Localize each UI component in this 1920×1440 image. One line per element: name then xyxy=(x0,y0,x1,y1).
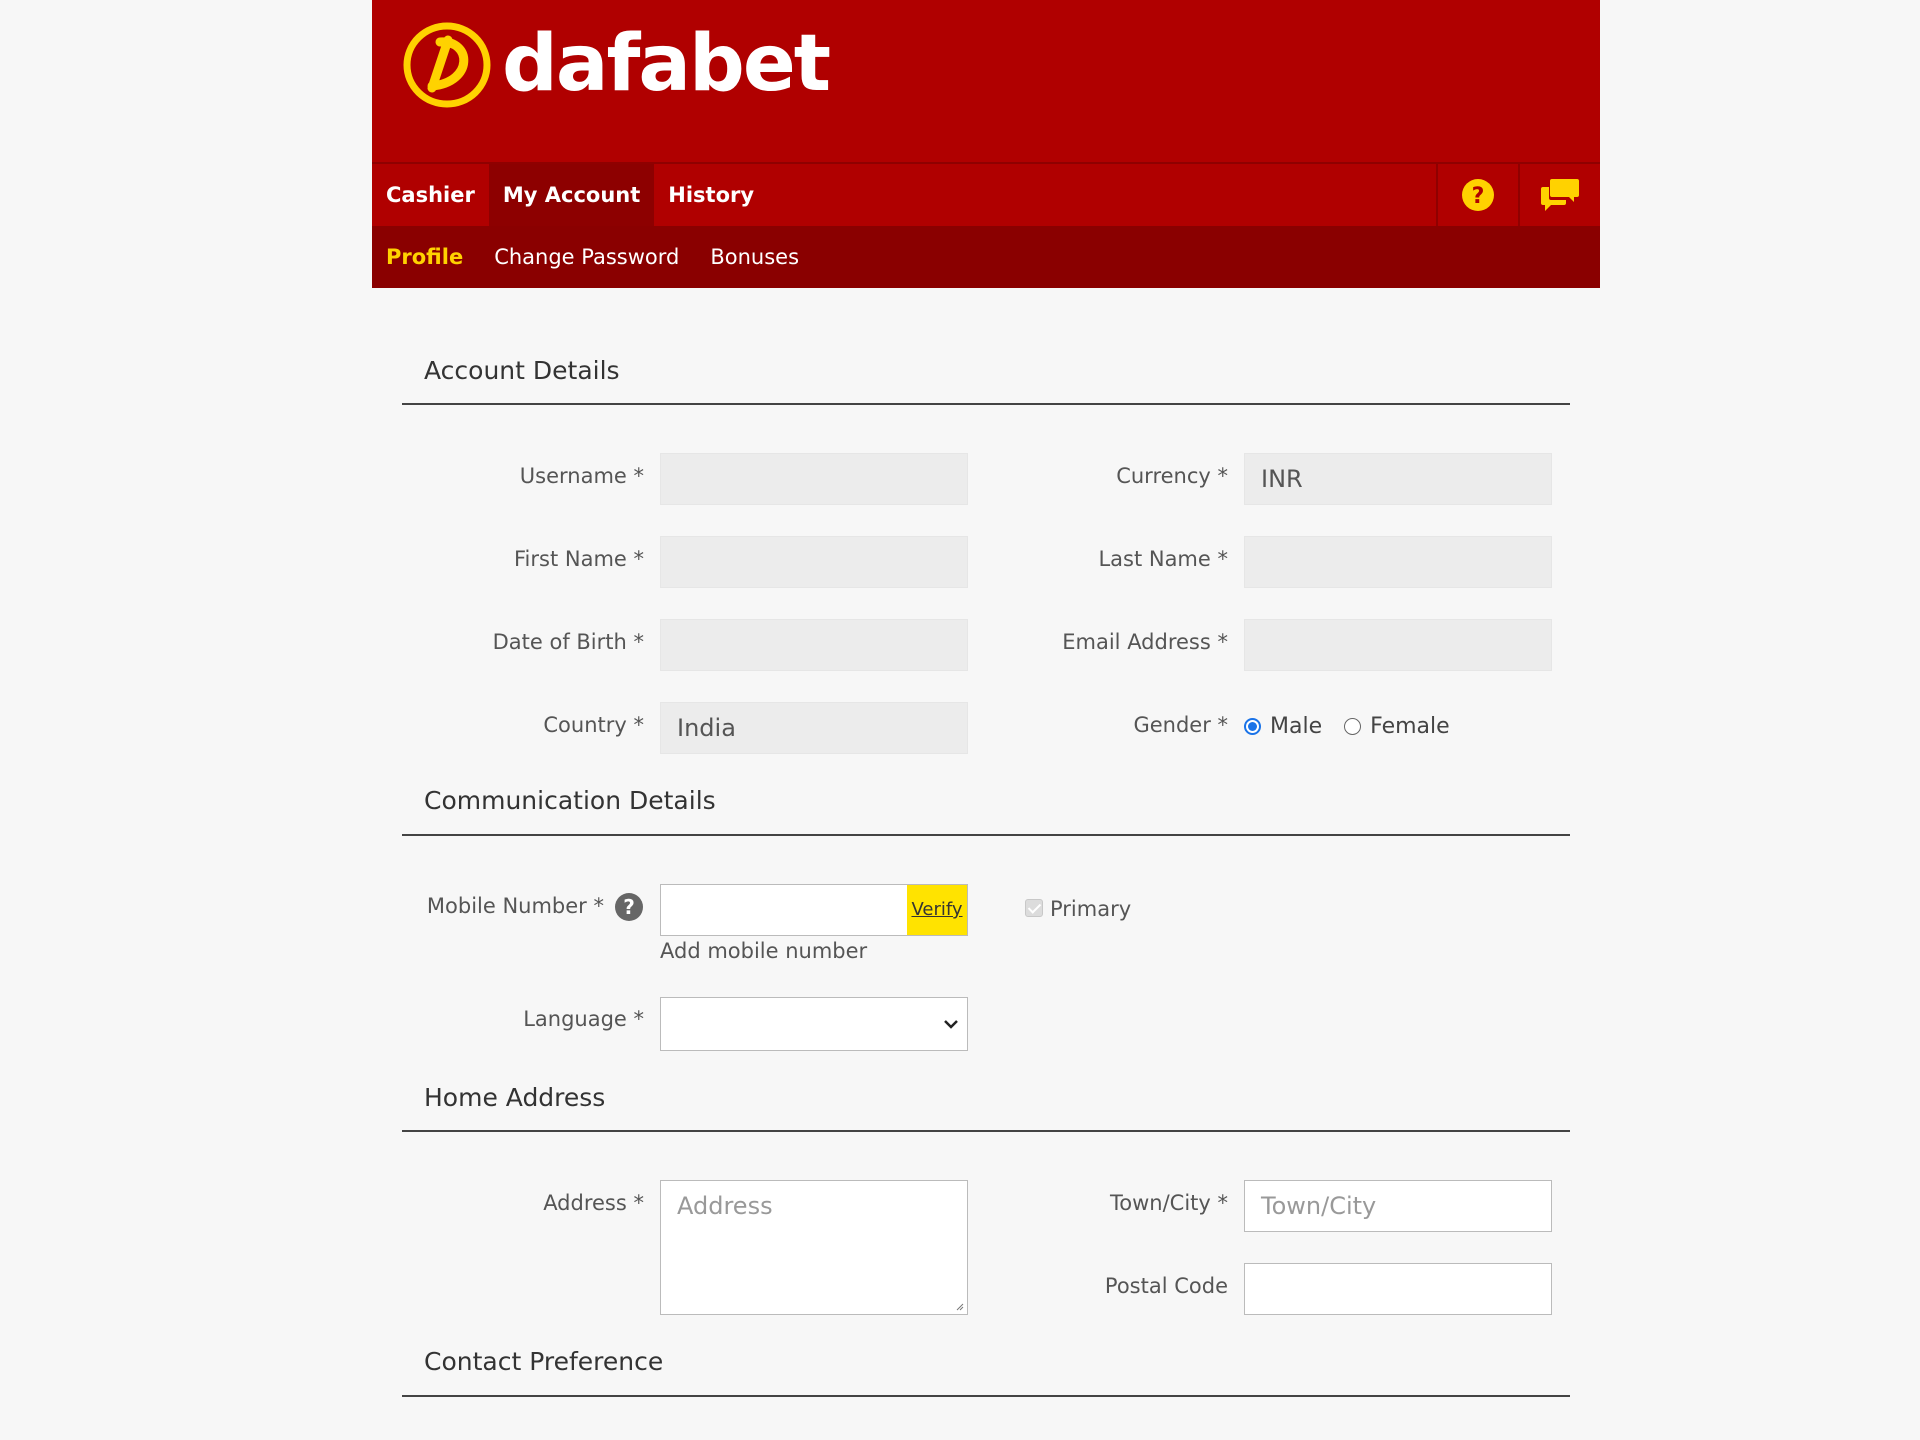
section-home-address: Home Address xyxy=(424,1083,606,1112)
email-label: Email Address * xyxy=(1062,630,1228,654)
gender-label: Gender * xyxy=(1133,713,1228,737)
section-contact-preference: Contact Preference xyxy=(424,1347,664,1376)
tab-cashier[interactable]: Cashier xyxy=(372,164,489,226)
mobile-hint: Add mobile number xyxy=(660,939,868,963)
help-icon: ? xyxy=(1462,179,1494,211)
dafabet-logo-icon[interactable] xyxy=(402,22,492,108)
main-nav: Cashier My Account History ? xyxy=(372,162,1600,226)
section-account-details: Account Details xyxy=(424,356,620,385)
town-placeholder: Town/City xyxy=(1261,1192,1377,1220)
chat-button[interactable] xyxy=(1518,164,1600,226)
username-label: Username * xyxy=(519,464,644,488)
dob-label: Date of Birth * xyxy=(492,630,644,654)
gender-female-radio[interactable] xyxy=(1344,718,1362,735)
address-placeholder: Address xyxy=(677,1192,773,1220)
mobile-number-field[interactable]: Verify xyxy=(660,884,968,936)
section-divider xyxy=(402,1130,1570,1132)
country-field[interactable]: India xyxy=(660,702,968,754)
verify-button[interactable]: Verify xyxy=(907,885,967,935)
header: dafabet Cashier My Account History ? Pro… xyxy=(372,0,1600,288)
brand-name[interactable]: dafabet xyxy=(502,14,831,114)
gender-male-label[interactable]: Male xyxy=(1270,714,1322,739)
resize-handle-icon[interactable] xyxy=(954,1301,964,1311)
first-name-label: First Name * xyxy=(514,547,644,571)
section-communication-details: Communication Details xyxy=(424,786,716,815)
language-select[interactable] xyxy=(660,997,968,1051)
username-field[interactable] xyxy=(660,453,968,505)
section-divider xyxy=(402,1395,1570,1397)
chat-icon xyxy=(1541,179,1579,211)
currency-field[interactable]: INR xyxy=(1244,453,1552,505)
last-name-field[interactable] xyxy=(1244,536,1552,588)
tab-history[interactable]: History xyxy=(654,164,768,226)
chevron-down-icon xyxy=(944,1020,958,1029)
postal-code-label: Postal Code xyxy=(1104,1274,1228,1298)
address-textarea[interactable]: Address xyxy=(660,1180,968,1315)
subtab-bonuses[interactable]: Bonuses xyxy=(710,245,799,269)
language-label: Language * xyxy=(523,1007,644,1031)
gender-male-radio[interactable] xyxy=(1244,718,1261,735)
help-button[interactable]: ? xyxy=(1436,164,1518,226)
town-field[interactable]: Town/City xyxy=(1244,1180,1552,1232)
tab-my-account[interactable]: My Account xyxy=(488,164,655,226)
section-divider xyxy=(402,834,1570,836)
postal-code-field[interactable] xyxy=(1244,1263,1552,1315)
svg-text:?: ? xyxy=(1472,184,1485,209)
brand-bar: dafabet xyxy=(372,0,1600,162)
dob-field[interactable] xyxy=(660,619,968,671)
help-circle-icon[interactable]: ? xyxy=(615,893,643,921)
town-label: Town/City * xyxy=(1109,1191,1228,1215)
sub-nav: Profile Change Password Bonuses xyxy=(372,226,1600,288)
last-name-label: Last Name * xyxy=(1098,547,1228,571)
subtab-profile[interactable]: Profile xyxy=(386,245,463,269)
section-divider xyxy=(402,403,1570,405)
mobile-label: Mobile Number * xyxy=(426,894,604,918)
currency-label: Currency * xyxy=(1116,464,1228,488)
primary-label: Primary xyxy=(1050,897,1132,921)
gender-radio-group: Male Female xyxy=(1244,714,1450,739)
gender-female-label[interactable]: Female xyxy=(1370,714,1450,739)
first-name-field[interactable] xyxy=(660,536,968,588)
primary-checkbox[interactable] xyxy=(1025,899,1043,917)
nav-icons: ? xyxy=(1436,164,1600,226)
subtab-change-password[interactable]: Change Password xyxy=(494,245,679,269)
address-label: Address * xyxy=(543,1191,644,1215)
email-field[interactable] xyxy=(1244,619,1552,671)
country-label: Country * xyxy=(543,713,644,737)
